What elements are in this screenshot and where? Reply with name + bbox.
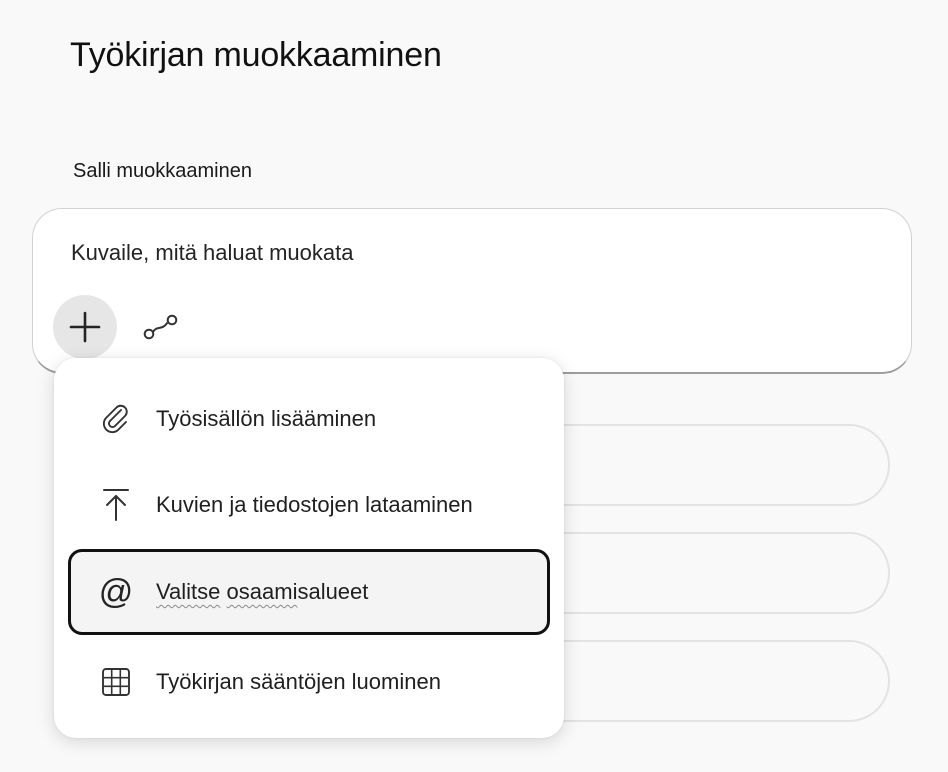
add-content-menu: Työsisällön lisääminen Kuvien ja tiedost…: [54, 358, 564, 738]
section-label: Salli muokkaaminen: [73, 160, 252, 182]
menu-item-select-skill-areas[interactable]: @ Valitse osaamisalueet: [68, 549, 550, 635]
prompt-input[interactable]: Kuvaile, mitä haluat muokata: [71, 240, 354, 266]
connect-icon: [143, 314, 178, 340]
menu-item-label: Työkirjan sääntöjen luominen: [156, 669, 441, 694]
table-icon: [98, 664, 134, 700]
suggestion-card[interactable]: [520, 640, 890, 722]
plus-icon: [69, 311, 101, 343]
connect-button[interactable]: [141, 307, 181, 347]
at-sign-icon: @: [98, 573, 134, 611]
add-content-button[interactable]: [53, 295, 117, 359]
prompt-composer[interactable]: Kuvaile, mitä haluat muokata: [32, 208, 912, 374]
menu-item-upload-files[interactable]: Kuvien ja tiedostojen lataaminen: [68, 465, 550, 545]
menu-item-add-work-content[interactable]: Työsisällön lisääminen: [68, 379, 550, 459]
menu-item-create-rules[interactable]: Työkirjan sääntöjen luominen: [68, 642, 550, 722]
suggestion-card[interactable]: [520, 532, 890, 614]
menu-item-label: Työsisällön lisääminen: [156, 406, 377, 431]
upload-icon: [98, 487, 134, 523]
menu-item-label: Valitse osaamisalueet: [156, 579, 369, 604]
page-title: Työkirjan muokkaaminen: [70, 36, 442, 74]
menu-item-label: Kuvien ja tiedostojen lataaminen: [156, 492, 473, 517]
paperclip-icon: [98, 401, 134, 437]
suggestion-card[interactable]: [520, 424, 890, 506]
